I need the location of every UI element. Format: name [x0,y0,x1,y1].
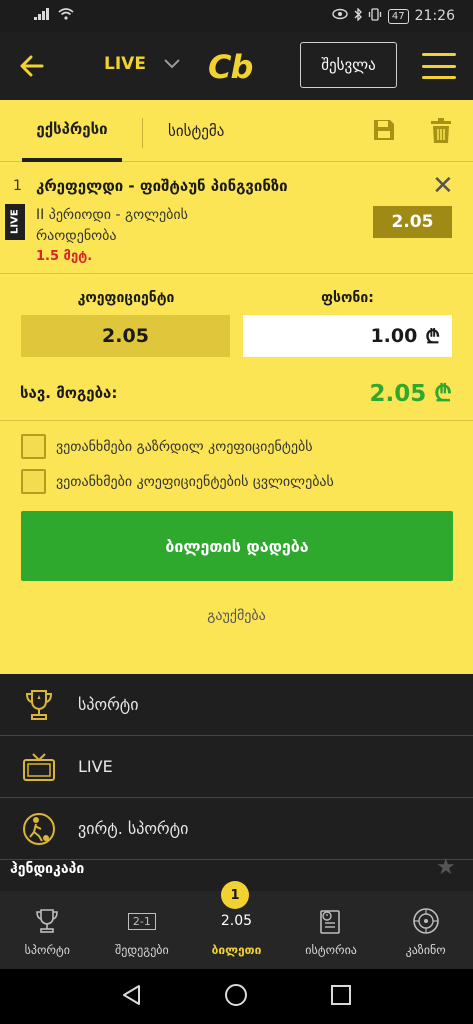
eye-icon [332,8,348,24]
menu-item-live[interactable]: LIVE [0,736,473,798]
bet-type-tabs: ექსპრესი სისტემა [0,100,473,162]
back-button[interactable] [14,48,50,84]
accept-increased-label: ვეთანხმები გაზრდილ კოეფიციენტებს [56,438,313,455]
tab-express[interactable]: ექსპრესი [22,100,122,162]
accept-increased-checkbox[interactable] [21,434,46,459]
market-name: II პერიოდი - გოლების რაოდენობა [36,207,188,244]
nav-label: ისტორია [305,943,357,957]
bet-number: 1 [13,178,22,194]
system-home-icon[interactable] [224,983,248,1011]
live-dropdown[interactable]: LIVE [104,54,180,74]
menu-item-sport[interactable]: სპორტი [0,674,473,736]
accept-changes-checkbox[interactable] [21,469,46,494]
trash-icon[interactable] [430,118,452,144]
stake-value: 1.00 [370,325,418,347]
nav-label: სპორტი [24,943,70,957]
coefficient-label: კოეფიციენტი [77,290,175,306]
wifi-icon [58,8,74,24]
save-icon[interactable] [372,118,396,142]
handicap-label: ჰენდიკაპი [10,861,85,877]
system-recents-icon[interactable] [330,984,352,1010]
ticket-odd: 2.05 [220,913,253,929]
virtual-football-icon [20,812,58,846]
side-menu-list: სპორტი LIVE ვირტ. სპორტი [0,674,473,860]
bet-slip: ექსპრესი სისტემა 1 LIVE კრეფელდი - ფიშტა… [0,100,473,674]
potential-win-label: სავ. მოგება: [20,384,118,402]
status-right: 47 21:26 [332,6,455,25]
selection-label: 1.5 მეტ. [36,249,93,264]
currency-lari-icon: ₾ [425,326,440,348]
live-dropdown-label: LIVE [104,54,146,74]
system-back-icon[interactable] [121,984,143,1010]
hamburger-menu-icon[interactable] [422,50,456,82]
trophy-icon [20,688,58,722]
live-badge: LIVE [5,204,25,240]
accept-increased-option[interactable]: ვეთანხმები გაზრდილ კოეფიციენტებს [21,434,313,459]
app-header: LIVE Cb შესვლა [0,32,473,100]
stake-label: ფსონი: [321,290,374,306]
history-icon [318,905,344,937]
status-bar: 47 21:26 [0,0,473,32]
potential-win-value: 2.05 ₾ [369,381,453,407]
chevron-down-icon [164,54,180,74]
clock: 21:26 [414,8,455,24]
stake-input[interactable]: 1.00 ₾ [243,315,452,357]
accept-changes-label: ვეთანხმები კოეფიციენტების ცვლილებას [56,473,334,490]
trophy-icon [36,905,59,937]
status-left [34,8,74,24]
signal-icon [34,8,52,24]
divider [0,420,473,421]
menu-item-label: სპორტი [78,695,139,714]
login-button[interactable]: შესვლა [300,42,397,88]
menu-item-virtual-sport[interactable]: ვირტ. სპორტი [0,798,473,860]
menu-item-label: ვირტ. სპორტი [78,819,189,838]
tv-icon [20,750,58,784]
tab-system[interactable]: სისტემა [168,100,224,162]
tab-divider [142,118,143,148]
accept-changes-option[interactable]: ვეთანხმები კოეფიციენტების ცვლილებას [21,469,334,494]
nav-results[interactable]: 2-1 შედეგები [95,891,190,969]
menu-item-label: LIVE [78,757,113,776]
cancel-button[interactable]: გაუქმება [0,608,473,624]
nav-label: შედეგები [115,943,169,957]
brand-logo[interactable]: Cb [208,48,253,86]
system-navigation-bar [0,969,473,1024]
nav-label: ბილეთი [211,943,262,957]
arrow-left-icon [20,55,44,77]
nav-sport[interactable]: სპორტი [0,891,95,969]
casino-icon [412,905,440,937]
nav-casino[interactable]: კაზინო [378,891,473,969]
bet-item: 1 LIVE კრეფელდი - ფიშტაუნ პინგვინზი ✕ II… [0,162,473,274]
battery-indicator: 47 [387,8,409,24]
ticket-count-badge: 1 [221,881,249,909]
match-name: კრეფელდი - ფიშტაუნ პინგვინზი [36,177,288,195]
bet-odd: 2.05 [373,206,452,238]
place-bet-button[interactable]: ბილეთის დადება [21,511,453,581]
nav-label: კაზინო [405,943,446,957]
remove-bet-close-icon[interactable]: ✕ [432,172,454,200]
nav-history[interactable]: ისტორია [284,891,379,969]
star-icon[interactable]: ★ [436,855,456,880]
bluetooth-icon [354,6,362,25]
results-icon: 2-1 [127,905,156,937]
vibrate-icon [368,7,382,25]
total-coefficient: 2.05 [21,315,230,357]
